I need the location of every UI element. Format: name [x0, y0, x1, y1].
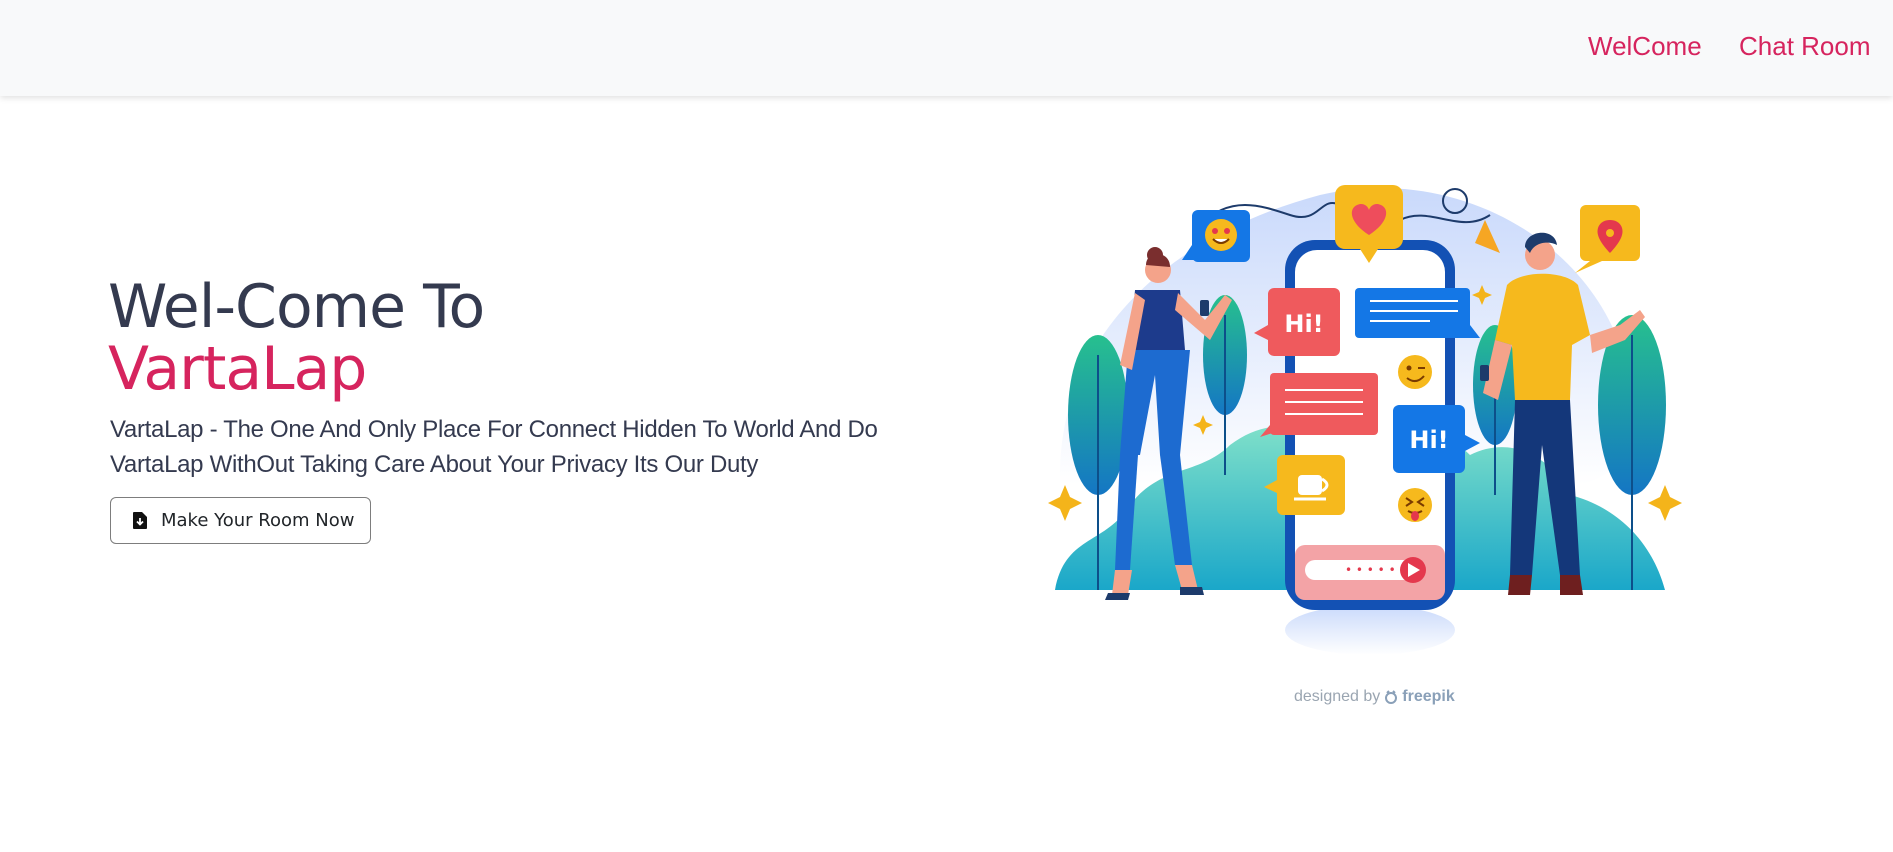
freepik-credit[interactable]: designed by freepik — [1294, 688, 1455, 706]
top-navbar: WelCome Chat Room — [0, 0, 1893, 96]
hero-description: VartaLap - The One And Only Place For Co… — [110, 416, 878, 478]
file-download-icon — [133, 512, 147, 529]
hero-brand-name: VartaLap — [108, 334, 367, 404]
bubble-hi-right: Hi! — [1409, 426, 1448, 454]
nav-link-chat-room[interactable]: Chat Room — [1739, 31, 1871, 62]
nav-link-welcome[interactable]: WelCome — [1588, 31, 1702, 62]
credit-brand: freepik — [1402, 688, 1455, 705]
credit-prefix: designed by — [1294, 688, 1381, 705]
freepik-logo-icon — [1385, 690, 1398, 704]
make-room-button-label: Make Your Room Now — [161, 510, 355, 531]
chat-illustration: • • • • • Hi! Hi! — [1048, 185, 1682, 655]
make-room-button[interactable]: Make Your Room Now — [110, 497, 371, 544]
bubble-hi-left: Hi! — [1284, 310, 1323, 338]
svg-text:• • • • •: • • • • • — [1345, 563, 1396, 577]
hero-title: Wel-Come To — [108, 272, 485, 342]
